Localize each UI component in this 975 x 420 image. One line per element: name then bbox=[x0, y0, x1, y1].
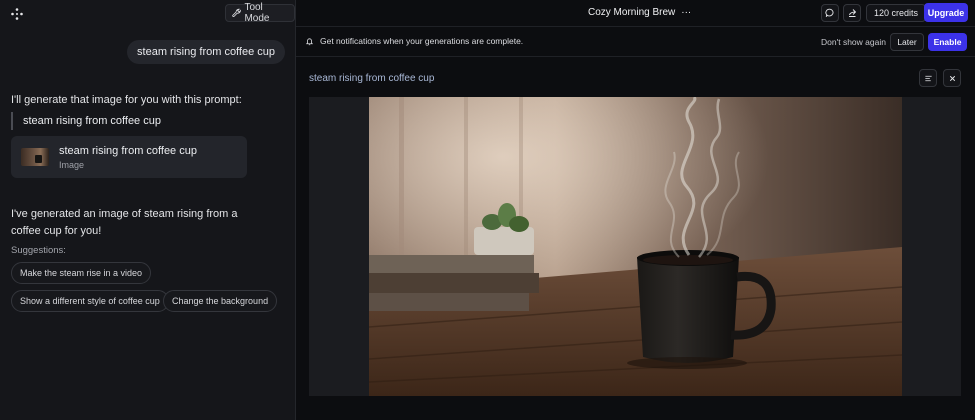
more-options-icon[interactable]: ··· bbox=[681, 7, 691, 18]
tool-mode-button[interactable]: Tool Mode bbox=[225, 2, 295, 24]
share-button[interactable] bbox=[843, 4, 861, 22]
completion-message: I've generated an image of steam rising … bbox=[11, 208, 238, 237]
bell-icon bbox=[305, 37, 314, 45]
share-icon bbox=[849, 9, 857, 17]
image-card-title: steam rising from coffee cup bbox=[59, 144, 197, 157]
notification-text: Get notifications when your generations … bbox=[320, 36, 524, 46]
assistant-intro: I'll generate that image for you with th… bbox=[11, 94, 242, 106]
generation-title: steam rising from coffee cup bbox=[309, 73, 435, 84]
later-button[interactable]: Later bbox=[890, 33, 924, 51]
dont-show-again-link[interactable]: Don't show again bbox=[821, 37, 886, 47]
image-card-type: Image bbox=[59, 159, 85, 170]
suggestion-chip-background[interactable]: Change the background bbox=[163, 290, 278, 312]
close-viewer-button[interactable] bbox=[943, 69, 961, 87]
feedback-button[interactable] bbox=[821, 4, 839, 22]
workspace-panel: Cozy Morning Brew ··· 120 credits Upgrad… bbox=[296, 0, 975, 420]
suggestion-chip-cup-style[interactable]: Show a different style of coffee cup bbox=[11, 290, 169, 312]
details-button[interactable] bbox=[919, 69, 937, 87]
list-icon bbox=[924, 75, 932, 81]
user-message: steam rising from coffee cup bbox=[127, 40, 285, 64]
project-title-group[interactable]: Cozy Morning Brew ··· bbox=[588, 7, 691, 18]
suggestions-label: Suggestions: bbox=[11, 245, 66, 256]
tool-mode-label: Tool Mode bbox=[244, 2, 270, 24]
generated-image[interactable] bbox=[369, 97, 902, 396]
suggestion-chip-video[interactable]: Make the steam rise in a video bbox=[11, 262, 152, 284]
chat-panel: Tool Mode steam rising from coffee cup I… bbox=[0, 0, 296, 420]
enable-button[interactable]: Enable bbox=[928, 33, 967, 51]
upgrade-button[interactable]: Upgrade bbox=[924, 3, 968, 22]
coffee-photo bbox=[369, 97, 902, 396]
logo-icon[interactable] bbox=[10, 7, 24, 21]
wrench-icon bbox=[232, 8, 242, 17]
image-thumbnail bbox=[21, 148, 49, 166]
generated-image-card[interactable]: steam rising from coffee cup Image bbox=[11, 136, 247, 178]
project-title: Cozy Morning Brew bbox=[588, 7, 676, 18]
image-viewer bbox=[309, 97, 961, 396]
chat-icon bbox=[825, 8, 834, 18]
top-bar: Cozy Morning Brew ··· 120 credits Upgrad… bbox=[296, 0, 975, 27]
prompt-quote: steam rising from coffee cup bbox=[11, 112, 161, 130]
credits-badge[interactable]: 120 credits bbox=[866, 4, 927, 22]
notification-banner: Get notifications when your generations … bbox=[296, 28, 975, 57]
close-icon bbox=[949, 75, 955, 81]
